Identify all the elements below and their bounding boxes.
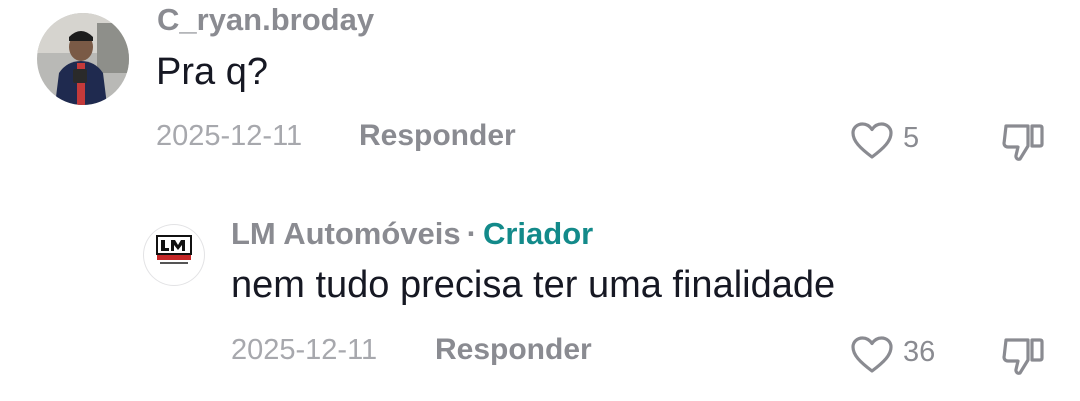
comment-text: nem tudo precisa ter uma finalidade xyxy=(231,264,836,306)
comment-username[interactable]: C_ryan.broday xyxy=(157,2,374,38)
avatar[interactable] xyxy=(37,13,129,105)
reply-button[interactable]: Responder xyxy=(359,119,516,153)
avatar[interactable] xyxy=(143,224,205,286)
comment-item: C_ryan.broday Pra q? 2025-12-11 Responde… xyxy=(0,0,1080,190)
like-count: 36 xyxy=(903,336,936,368)
separator-dot: · xyxy=(466,216,477,251)
comment-username[interactable]: LM Automóveis xyxy=(231,216,461,251)
comment-author-row: LM Automóveis · Criador xyxy=(231,216,593,252)
heart-outline-icon[interactable] xyxy=(850,121,894,161)
thumbs-down-icon[interactable] xyxy=(1000,120,1046,164)
reply-comment-item: LM Automóveis · Criador nem tudo precisa t… xyxy=(0,200,1080,400)
comment-text: Pra q? xyxy=(156,51,268,93)
thumbs-down-icon[interactable] xyxy=(1000,334,1046,378)
like-count: 5 xyxy=(903,122,920,154)
creator-badge: Criador xyxy=(482,216,594,251)
user-photo-avatar-icon xyxy=(37,13,129,105)
comment-date: 2025-12-11 xyxy=(231,334,378,366)
heart-outline-icon[interactable] xyxy=(850,335,894,375)
lm-automoveis-logo-icon xyxy=(156,235,192,264)
reply-button[interactable]: Responder xyxy=(435,333,592,367)
comment-date: 2025-12-11 xyxy=(156,120,303,152)
